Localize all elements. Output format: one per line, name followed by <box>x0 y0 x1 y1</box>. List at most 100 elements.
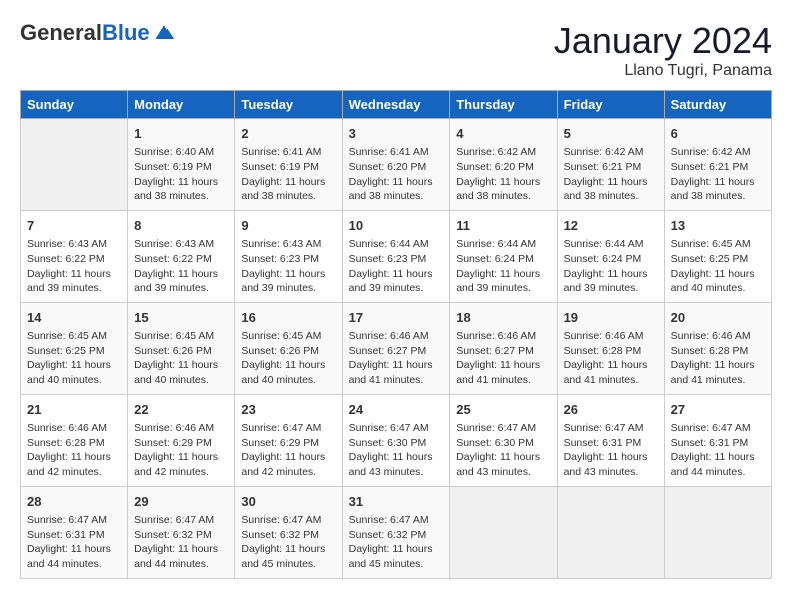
calendar-cell: 12Sunrise: 6:44 AM Sunset: 6:24 PM Dayli… <box>557 210 664 302</box>
day-info: Sunrise: 6:44 AM Sunset: 6:24 PM Dayligh… <box>456 237 550 296</box>
day-header-tuesday: Tuesday <box>235 91 342 119</box>
day-number: 21 <box>27 401 121 419</box>
day-number: 24 <box>349 401 444 419</box>
calendar-cell: 8 Sunrise: 6:43 AM Sunset: 6:22 PM Daylig… <box>128 210 235 302</box>
calendar-cell: 18 Sunrise: 6:46 AM Sunset: 6:27 PM Dayli… <box>450 302 557 394</box>
day-info: Sunrise: 6:47 AM Sunset: 6:32 PM Dayligh… <box>134 513 228 572</box>
day-info: Sunrise: 6:41 AM Sunset: 6:20 PM Dayligh… <box>349 145 444 204</box>
day-number: 28 <box>27 493 121 511</box>
calendar-cell: 1 Sunrise: 6:40 AM Sunset: 6:19 PM Daylig… <box>128 119 235 211</box>
calendar-cell: 22 Sunrise: 6:46 AM Sunset: 6:29 PM Dayli… <box>128 394 235 486</box>
day-number: 27 <box>671 401 765 419</box>
location-subtitle: Llano Tugri, Panama <box>554 62 772 80</box>
day-header-wednesday: Wednesday <box>342 91 450 119</box>
calendar-cell: 13Sunrise: 6:45 AM Sunset: 6:25 PM Dayli… <box>664 210 771 302</box>
day-number: 20 <box>671 309 765 327</box>
calendar-cell: 16Sunrise: 6:45 AM Sunset: 6:26 PM Dayli… <box>235 302 342 394</box>
calendar-cell: 14 Sunrise: 6:45 AM Sunset: 6:25 PM Dayli… <box>21 302 128 394</box>
day-number: 18 <box>456 309 550 327</box>
day-number: 9 <box>241 217 335 235</box>
calendar-cell: 21 Sunrise: 6:46 AM Sunset: 6:28 PM Dayli… <box>21 394 128 486</box>
day-number: 2 <box>241 125 335 143</box>
calendar-cell: 9 Sunrise: 6:43 AM Sunset: 6:23 PM Daylig… <box>235 210 342 302</box>
calendar-header-row: SundayMondayTuesdayWednesdayThursdayFrid… <box>21 91 772 119</box>
calendar-cell: 5Sunrise: 6:42 AM Sunset: 6:21 PM Daylig… <box>557 119 664 211</box>
calendar-cell: 19 Sunrise: 6:46 AM Sunset: 6:28 PM Dayli… <box>557 302 664 394</box>
calendar-cell: 11 Sunrise: 6:44 AM Sunset: 6:24 PM Dayli… <box>450 210 557 302</box>
day-info: Sunrise: 6:47 AM Sunset: 6:29 PM Dayligh… <box>241 421 335 480</box>
day-info: Sunrise: 6:47 AM Sunset: 6:32 PM Dayligh… <box>241 513 335 572</box>
calendar-cell: 2 Sunrise: 6:41 AM Sunset: 6:19 PM Daylig… <box>235 119 342 211</box>
logo-general-text: General <box>20 20 102 46</box>
day-info: Sunrise: 6:42 AM Sunset: 6:21 PM Dayligh… <box>671 145 765 204</box>
calendar-cell: 17 Sunrise: 6:46 AM Sunset: 6:27 PM Dayli… <box>342 302 450 394</box>
day-info: Sunrise: 6:46 AM Sunset: 6:27 PM Dayligh… <box>456 329 550 388</box>
day-info: Sunrise: 6:44 AM Sunset: 6:23 PM Dayligh… <box>349 237 444 296</box>
day-info: Sunrise: 6:46 AM Sunset: 6:28 PM Dayligh… <box>27 421 121 480</box>
day-number: 25 <box>456 401 550 419</box>
day-info: Sunrise: 6:42 AM Sunset: 6:20 PM Dayligh… <box>456 145 550 204</box>
day-header-monday: Monday <box>128 91 235 119</box>
logo-icon <box>152 23 176 43</box>
calendar-week-row: 7 Sunrise: 6:43 AM Sunset: 6:22 PM Daylig… <box>21 210 772 302</box>
calendar-cell: 24 Sunrise: 6:47 AM Sunset: 6:30 PM Dayli… <box>342 394 450 486</box>
day-info: Sunrise: 6:47 AM Sunset: 6:31 PM Dayligh… <box>27 513 121 572</box>
day-info: Sunrise: 6:45 AM Sunset: 6:26 PM Dayligh… <box>134 329 228 388</box>
calendar-week-row: 28 Sunrise: 6:47 AM Sunset: 6:31 PM Dayli… <box>21 486 772 578</box>
day-number: 19 <box>564 309 658 327</box>
day-number: 6 <box>671 125 765 143</box>
day-number: 17 <box>349 309 444 327</box>
calendar-week-row: 1 Sunrise: 6:40 AM Sunset: 6:19 PM Daylig… <box>21 119 772 211</box>
day-number: 3 <box>349 125 444 143</box>
calendar-cell: 7Sunrise: 6:43 AM Sunset: 6:22 PM Daylig… <box>21 210 128 302</box>
calendar-cell: 6 Sunrise: 6:42 AM Sunset: 6:21 PM Daylig… <box>664 119 771 211</box>
calendar-cell: 15Sunrise: 6:45 AM Sunset: 6:26 PM Dayli… <box>128 302 235 394</box>
day-info: Sunrise: 6:43 AM Sunset: 6:22 PM Dayligh… <box>134 237 228 296</box>
calendar-week-row: 14 Sunrise: 6:45 AM Sunset: 6:25 PM Dayli… <box>21 302 772 394</box>
calendar-cell: 30 Sunrise: 6:47 AM Sunset: 6:32 PM Dayli… <box>235 486 342 578</box>
day-number: 4 <box>456 125 550 143</box>
month-title: January 2024 <box>554 20 772 62</box>
calendar-cell <box>664 486 771 578</box>
logo: GeneralBlue <box>20 20 176 46</box>
day-number: 26 <box>564 401 658 419</box>
day-header-sunday: Sunday <box>21 91 128 119</box>
day-number: 7 <box>27 217 121 235</box>
logo-blue-text: Blue <box>102 20 150 46</box>
day-number: 1 <box>134 125 228 143</box>
day-header-saturday: Saturday <box>664 91 771 119</box>
day-header-thursday: Thursday <box>450 91 557 119</box>
day-info: Sunrise: 6:41 AM Sunset: 6:19 PM Dayligh… <box>241 145 335 204</box>
calendar-table: SundayMondayTuesdayWednesdayThursdayFrid… <box>20 90 772 579</box>
day-info: Sunrise: 6:46 AM Sunset: 6:27 PM Dayligh… <box>349 329 444 388</box>
page-header: GeneralBlue January 2024 Llano Tugri, Pa… <box>20 20 772 80</box>
day-number: 13 <box>671 217 765 235</box>
day-number: 14 <box>27 309 121 327</box>
day-number: 11 <box>456 217 550 235</box>
day-info: Sunrise: 6:47 AM Sunset: 6:30 PM Dayligh… <box>456 421 550 480</box>
calendar-cell: 27 Sunrise: 6:47 AM Sunset: 6:31 PM Dayli… <box>664 394 771 486</box>
day-info: Sunrise: 6:45 AM Sunset: 6:25 PM Dayligh… <box>27 329 121 388</box>
day-info: Sunrise: 6:46 AM Sunset: 6:28 PM Dayligh… <box>564 329 658 388</box>
day-info: Sunrise: 6:43 AM Sunset: 6:23 PM Dayligh… <box>241 237 335 296</box>
day-header-friday: Friday <box>557 91 664 119</box>
calendar-cell <box>21 119 128 211</box>
day-number: 8 <box>134 217 228 235</box>
calendar-cell <box>450 486 557 578</box>
day-info: Sunrise: 6:46 AM Sunset: 6:29 PM Dayligh… <box>134 421 228 480</box>
day-number: 22 <box>134 401 228 419</box>
day-number: 12 <box>564 217 658 235</box>
day-info: Sunrise: 6:47 AM Sunset: 6:30 PM Dayligh… <box>349 421 444 480</box>
day-info: Sunrise: 6:45 AM Sunset: 6:26 PM Dayligh… <box>241 329 335 388</box>
calendar-cell: 28 Sunrise: 6:47 AM Sunset: 6:31 PM Dayli… <box>21 486 128 578</box>
calendar-cell: 26 Sunrise: 6:47 AM Sunset: 6:31 PM Dayli… <box>557 394 664 486</box>
day-info: Sunrise: 6:47 AM Sunset: 6:31 PM Dayligh… <box>564 421 658 480</box>
day-number: 10 <box>349 217 444 235</box>
day-number: 23 <box>241 401 335 419</box>
calendar-cell: 23 Sunrise: 6:47 AM Sunset: 6:29 PM Dayli… <box>235 394 342 486</box>
day-info: Sunrise: 6:40 AM Sunset: 6:19 PM Dayligh… <box>134 145 228 204</box>
day-number: 5 <box>564 125 658 143</box>
day-info: Sunrise: 6:47 AM Sunset: 6:31 PM Dayligh… <box>671 421 765 480</box>
day-number: 30 <box>241 493 335 511</box>
calendar-cell <box>557 486 664 578</box>
